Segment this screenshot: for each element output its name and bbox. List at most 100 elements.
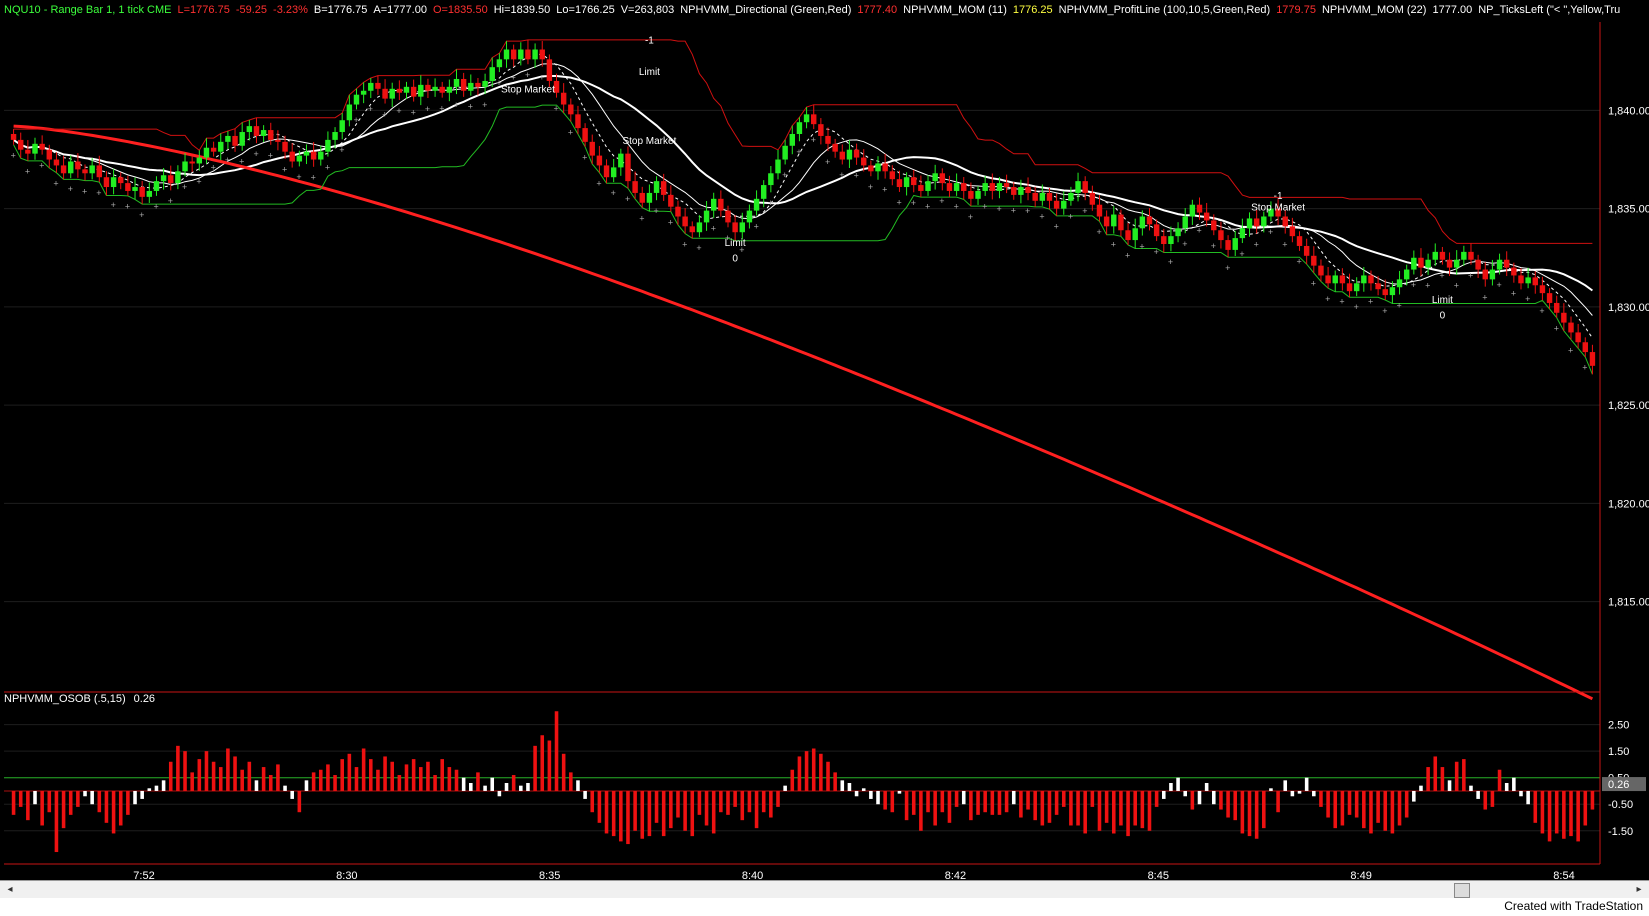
order-label: 0 (1440, 311, 1446, 322)
candle-body (560, 92, 567, 105)
header-item: -59.25 (236, 4, 267, 16)
candle-body (546, 59, 553, 81)
header-item: Lo=1766.25 (556, 4, 614, 16)
candle-body (1468, 251, 1474, 260)
tick-marker: + (525, 70, 530, 80)
candle-body (946, 183, 953, 191)
candle-body (168, 175, 174, 184)
candle-body (1518, 275, 1524, 284)
candle-body (296, 155, 303, 162)
tick-marker: + (96, 188, 101, 198)
tick-marker: + (454, 100, 459, 110)
candle-body (568, 104, 574, 115)
candle-body (1196, 204, 1203, 213)
tick-marker: + (1282, 239, 1287, 249)
candle-body (689, 226, 695, 233)
candle-body (889, 171, 896, 180)
order-label: -1 (1274, 191, 1283, 202)
candle-body (89, 165, 95, 174)
tick-marker: + (239, 156, 244, 166)
scroll-left-arrow[interactable]: ◂ (2, 882, 18, 898)
candle-body (753, 198, 760, 211)
candle-body (968, 190, 974, 199)
tick-marker: + (854, 171, 859, 181)
candle-body (1432, 251, 1438, 260)
candle-body (360, 90, 367, 95)
tick-marker: + (1397, 300, 1402, 310)
candle-body (1053, 200, 1060, 209)
candle-body (682, 216, 688, 227)
candle-body (596, 155, 603, 166)
candle-body (1353, 283, 1360, 292)
candle-body (510, 49, 517, 60)
tick-marker: + (1054, 222, 1059, 232)
header-item: NP_TicksLeft ("< ",Yellow,Tru (1478, 4, 1620, 16)
candle-body (789, 133, 795, 146)
candle-body (489, 67, 495, 81)
tick-marker: + (782, 170, 787, 180)
candle-body (382, 88, 388, 99)
tick-marker: + (825, 157, 830, 167)
tick-marker: + (1425, 281, 1430, 291)
candle-body (332, 132, 338, 140)
candle-body (625, 153, 631, 182)
tick-marker: + (696, 243, 701, 253)
header-item: 1779.75 (1276, 4, 1316, 16)
tick-marker: + (1068, 211, 1073, 221)
candle-body (1232, 238, 1238, 250)
candle-body (289, 151, 295, 162)
candle-body (939, 173, 946, 184)
tick-marker: + (1382, 306, 1387, 316)
candle-body (1346, 283, 1353, 292)
tick-marker: + (168, 196, 173, 206)
candle-body (1203, 212, 1210, 221)
candle-body (1075, 181, 1081, 193)
candle-body (25, 149, 31, 154)
candle-body (1246, 218, 1253, 229)
candle-body (660, 181, 667, 195)
scroll-right-arrow[interactable]: ▸ (1631, 882, 1647, 898)
tick-marker: + (682, 239, 687, 249)
tick-marker: + (296, 172, 301, 182)
header-item: 1777.40 (857, 4, 897, 16)
header-item: V=263,803 (621, 4, 675, 16)
tick-marker: + (582, 153, 587, 163)
candle-body (996, 183, 1003, 191)
candle-body (1568, 322, 1574, 333)
tick-marker: + (625, 194, 630, 204)
tick-marker: + (439, 103, 444, 113)
candle-body (1161, 236, 1167, 245)
footer-credit: Created with TradeStation (1504, 899, 1643, 913)
tick-marker: + (539, 72, 544, 82)
tick-marker: + (1325, 294, 1330, 304)
candle-body (460, 78, 467, 91)
candle-body (775, 159, 781, 174)
osc-tick-label: 2.50 (1608, 720, 1629, 732)
candle-body (803, 114, 810, 123)
candle-body (1332, 275, 1338, 284)
candle-body (53, 159, 60, 166)
tick-marker: + (839, 170, 844, 180)
candle-body (1068, 192, 1074, 201)
chart-canvas: + + + + + + + + + + + + + + + + + + + + + + + + + + + + + + + + + + + + + + + +… (0, 0, 1649, 880)
candle-body (646, 192, 653, 203)
header-item: NPHVMM_MOM (11) (903, 4, 1007, 16)
scroll-thumb[interactable] (1454, 883, 1470, 898)
candle-body (618, 153, 624, 168)
candle-body (1089, 192, 1096, 205)
price-tick-label: 1,815.00 (1608, 597, 1649, 609)
candle-body (1382, 289, 1388, 296)
candle-body (818, 124, 824, 136)
osc-tick-label: -0.50 (1608, 799, 1633, 811)
candle-body (832, 143, 838, 152)
candle-body (1539, 285, 1546, 294)
order-label: Limit (725, 238, 746, 249)
candle-body (1289, 226, 1296, 237)
candle-body (853, 149, 860, 158)
candle-body (1153, 224, 1160, 237)
horizontal-scrollbar[interactable]: ◂ ▸ (0, 880, 1649, 899)
tick-marker: + (1311, 279, 1316, 289)
candle-body (1261, 216, 1267, 227)
time-tick-label: 7:52 (133, 870, 154, 880)
tick-marker: + (482, 100, 487, 110)
